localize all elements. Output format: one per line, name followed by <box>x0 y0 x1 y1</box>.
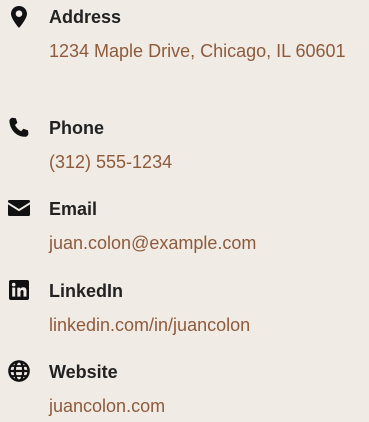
contact-label-address: Address <box>49 7 122 27</box>
contact-label-website: Website <box>49 362 118 382</box>
envelope-icon <box>7 196 31 220</box>
linkedin-link[interactable]: linkedin.com/in/juancolon <box>49 309 363 341</box>
contact-value-address: 1234 Maple Drive, Chicago, IL 60601 <box>49 41 346 61</box>
contact-label-email: Email <box>49 199 98 219</box>
globe-icon <box>7 359 31 383</box>
contact-value-phone: (312) 555-1234 <box>49 152 173 172</box>
linkedin-icon[interactable] <box>7 278 31 302</box>
map-marker-icon <box>7 5 31 29</box>
phone-icon <box>7 116 31 140</box>
contact-label-linkedin: LinkedIn <box>49 281 124 301</box>
contact-info-list: Address 1234 Maple Drive, Chicago, IL 60… <box>0 0 369 419</box>
email-link[interactable]: juan.colon@example.com <box>49 227 363 259</box>
website-link[interactable]: juancolon.com <box>49 390 363 422</box>
contact-label-phone: Phone <box>49 118 105 138</box>
